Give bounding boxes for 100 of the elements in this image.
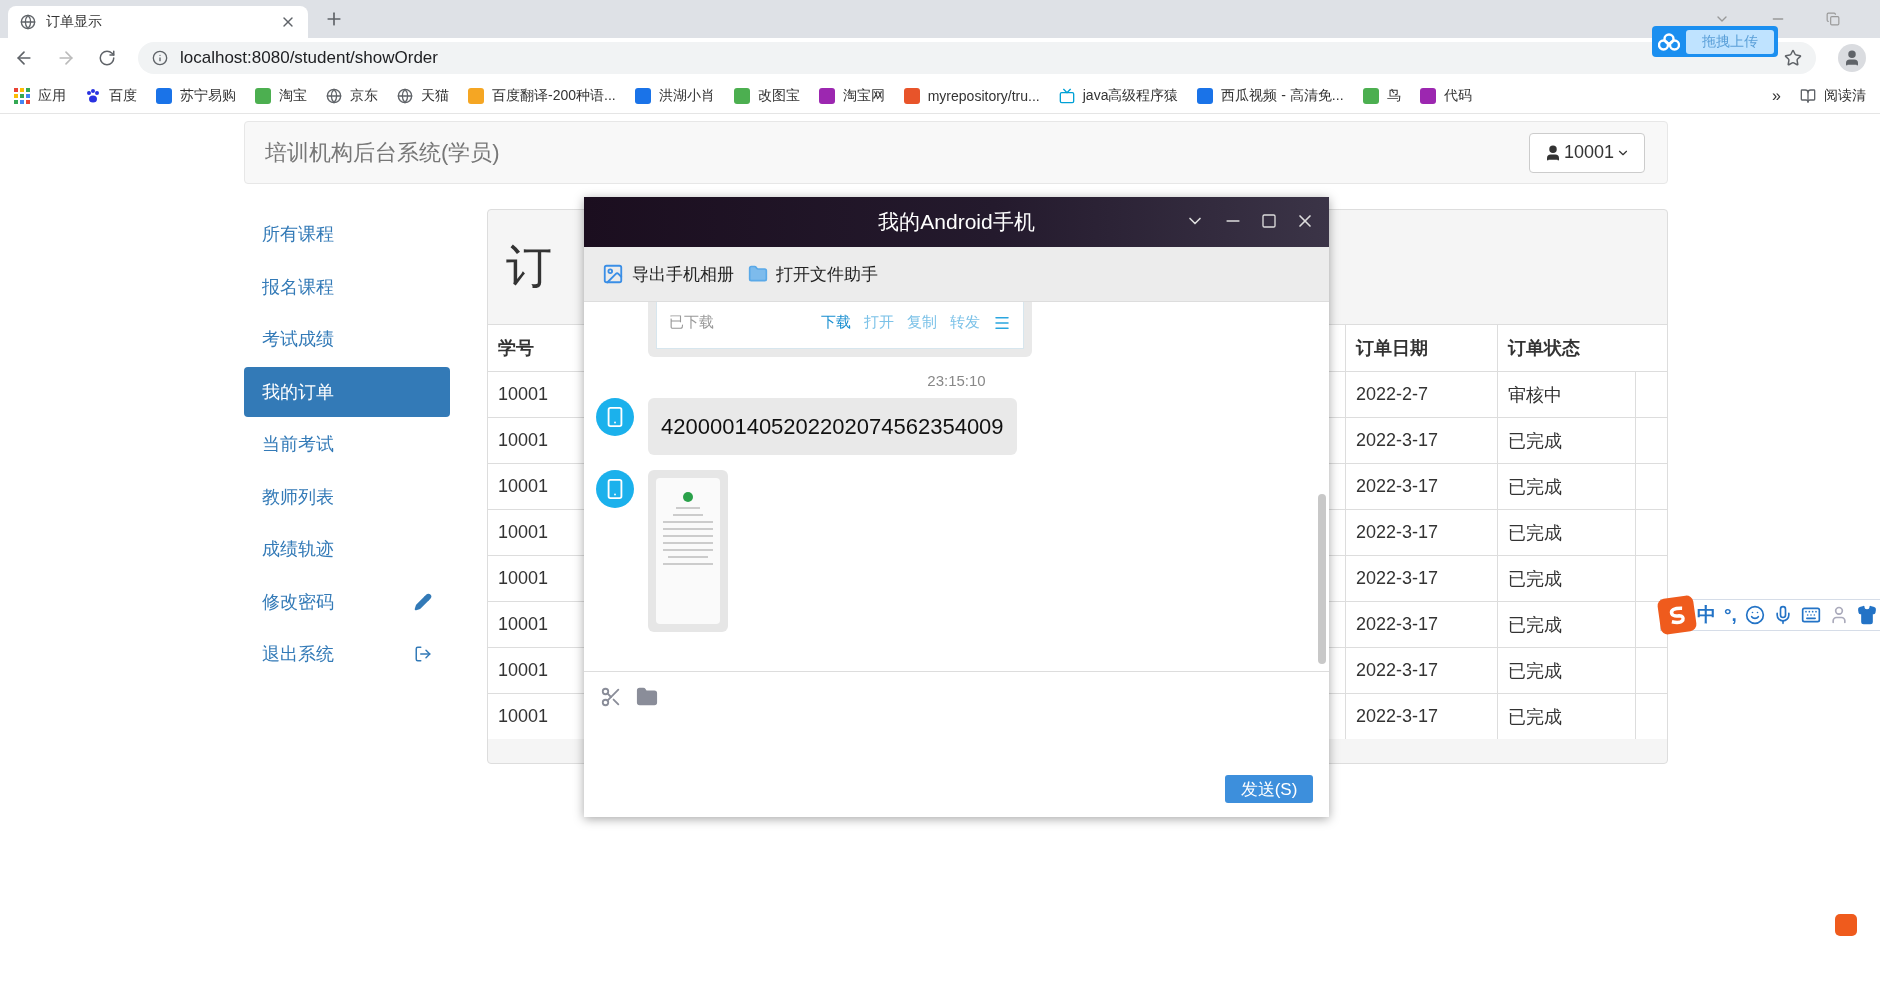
bookmark-item[interactable]: 淘宝	[255, 86, 307, 105]
bookmark-item[interactable]: 天猫	[397, 86, 449, 105]
bookmark-item[interactable]: 洪湖小肖	[634, 86, 715, 105]
phone-avatar-icon	[596, 470, 634, 508]
bookmark-item[interactable]: 苏宁易购	[156, 86, 236, 105]
folder-icon[interactable]	[636, 686, 658, 708]
sidebar-label: 当前考试	[262, 433, 334, 456]
logout-icon	[414, 645, 432, 663]
photo-export-icon	[602, 263, 624, 285]
bookmark-label: 苏宁易购	[180, 86, 236, 105]
table-cell: 2022-2-7	[1345, 371, 1497, 417]
table-cell: 已完成	[1497, 647, 1635, 693]
site-favicon-icon	[818, 87, 835, 104]
bookmark-label: myrepository/tru...	[927, 87, 1040, 104]
site-favicon-icon	[1419, 87, 1436, 104]
reload-icon[interactable]	[98, 49, 116, 67]
shirt-icon[interactable]	[1856, 605, 1877, 625]
sidebar-label: 报名课程	[262, 275, 334, 299]
bookmark-label: 鸟	[1386, 86, 1401, 105]
reading-list-label: 阅读清	[1824, 86, 1866, 105]
table-cell: 已完成	[1497, 463, 1635, 509]
bookmark-item[interactable]: 淘宝网	[818, 86, 885, 105]
sidebar-label: 教师列表	[262, 485, 334, 509]
apps-grid-icon	[14, 87, 30, 104]
site-favicon-icon	[1362, 87, 1379, 104]
bookmark-item[interactable]: 改图宝	[733, 86, 800, 105]
message-timestamp: 23:15:10	[927, 372, 986, 389]
file-status: 已下载	[669, 313, 715, 332]
toolbar-button[interactable]: 导出手机相册	[602, 262, 734, 286]
sidebar-item[interactable]: 修改密码	[244, 576, 450, 627]
sidebar-label: 修改密码	[262, 590, 334, 614]
window-title: 我的Android手机	[878, 209, 1035, 235]
scissors-icon[interactable]	[600, 686, 622, 708]
scrollbar-thumb[interactable]	[1318, 494, 1326, 664]
bookmark-item[interactable]: 应用	[14, 86, 66, 105]
table-cell: 2022-3-17	[1345, 601, 1497, 647]
site-favicon-icon	[255, 87, 271, 104]
keyboard-icon[interactable]	[1800, 605, 1821, 625]
bookmark-item[interactable]: 京东	[326, 86, 378, 105]
star-icon[interactable]	[1784, 49, 1802, 67]
bookmark-label: 百度翻译-200种语...	[492, 86, 616, 105]
bookmark-item[interactable]: java高级程序猿	[1058, 86, 1179, 105]
bookmark-label: 洪湖小肖	[658, 86, 715, 105]
sidebar-item[interactable]: 我的订单	[244, 366, 450, 417]
column-header: 订单日期	[1345, 324, 1497, 371]
panel-heading: 订	[506, 239, 552, 294]
smiley-icon[interactable]	[1744, 605, 1765, 625]
bookmark-item[interactable]: 百度翻译-200种语...	[468, 86, 616, 105]
info-icon	[152, 50, 168, 66]
file-action-link[interactable]: 下载	[821, 313, 851, 332]
bookmark-item[interactable]: 鸟	[1362, 86, 1401, 105]
sidebar-item[interactable]: 成绩轨迹	[244, 524, 450, 574]
bookmark-item[interactable]: myrepository/tru...	[903, 87, 1040, 104]
table-cell: 2022-3-17	[1345, 463, 1497, 509]
bookmark-item[interactable]: 西瓜视频 - 高清免...	[1197, 86, 1344, 105]
sidebar-item[interactable]: 所有课程	[244, 209, 450, 259]
site-favicon-icon	[1197, 87, 1214, 104]
pencil-icon	[414, 592, 432, 611]
upload-label: 拖拽上传	[1686, 29, 1774, 54]
sidebar-item[interactable]: 当前考试	[244, 419, 450, 469]
sidebar-label: 退出系统	[262, 643, 334, 666]
bookmark-label: 淘宝	[279, 86, 307, 105]
ime-mini-icon[interactable]	[1835, 914, 1857, 936]
reading-list-icon	[1800, 87, 1816, 104]
toolbar-button[interactable]: 打开文件助手	[748, 262, 878, 286]
cloud-icon	[1658, 32, 1680, 51]
folder-icon	[748, 264, 768, 284]
bookmark-label: 改图宝	[757, 86, 800, 105]
user-dropdown-button[interactable]: 10001	[1528, 132, 1645, 173]
table-cell: 2022-3-17	[1345, 509, 1497, 555]
sidebar-item[interactable]: 考试成绩	[244, 314, 450, 364]
table-cell: 2022-3-17	[1345, 555, 1497, 601]
reading-list-item[interactable]: 阅读清	[1800, 86, 1866, 105]
table-cell: 审核中	[1497, 371, 1635, 417]
bookmark-label: 淘宝网	[842, 86, 885, 105]
bookmark-item[interactable]: 百度	[85, 86, 137, 105]
profile-icon[interactable]	[1838, 44, 1866, 72]
bookmark-label: java高级程序猿	[1082, 86, 1179, 105]
bookmark-label: 天猫	[421, 86, 449, 105]
bookmark-label: 百度	[109, 86, 137, 105]
browser-tab[interactable]: 订单显示	[8, 6, 308, 38]
ime-mode-toggle[interactable]: 中	[1697, 602, 1716, 628]
table-cell: 已完成	[1497, 509, 1635, 555]
sidebar-item[interactable]: 教师列表	[244, 471, 450, 522]
tv-icon	[1058, 87, 1075, 104]
bookmark-item[interactable]: 代码	[1419, 86, 1472, 105]
brand-title[interactable]: 培训机构后台系统(学员)	[265, 137, 500, 168]
more-bookmarks-button[interactable]: »	[1772, 86, 1781, 105]
maximize-icon[interactable]	[1261, 211, 1277, 231]
table-cell: 2022-3-17	[1345, 693, 1497, 739]
paw-icon	[85, 87, 101, 104]
sidebar-item[interactable]: 退出系统	[244, 629, 450, 679]
bookmark-label: 应用	[38, 86, 66, 105]
ime-punctuation-toggle[interactable]: °,	[1724, 604, 1737, 626]
table-cell: 2022-3-17	[1345, 417, 1497, 463]
sidebar-label: 成绩轨迹	[262, 538, 334, 561]
screenshot-thumbnail[interactable]	[648, 470, 728, 632]
sidebar-item[interactable]: 报名课程	[244, 261, 450, 312]
table-cell: 已完成	[1497, 693, 1635, 739]
phone-avatar-icon	[596, 398, 634, 436]
